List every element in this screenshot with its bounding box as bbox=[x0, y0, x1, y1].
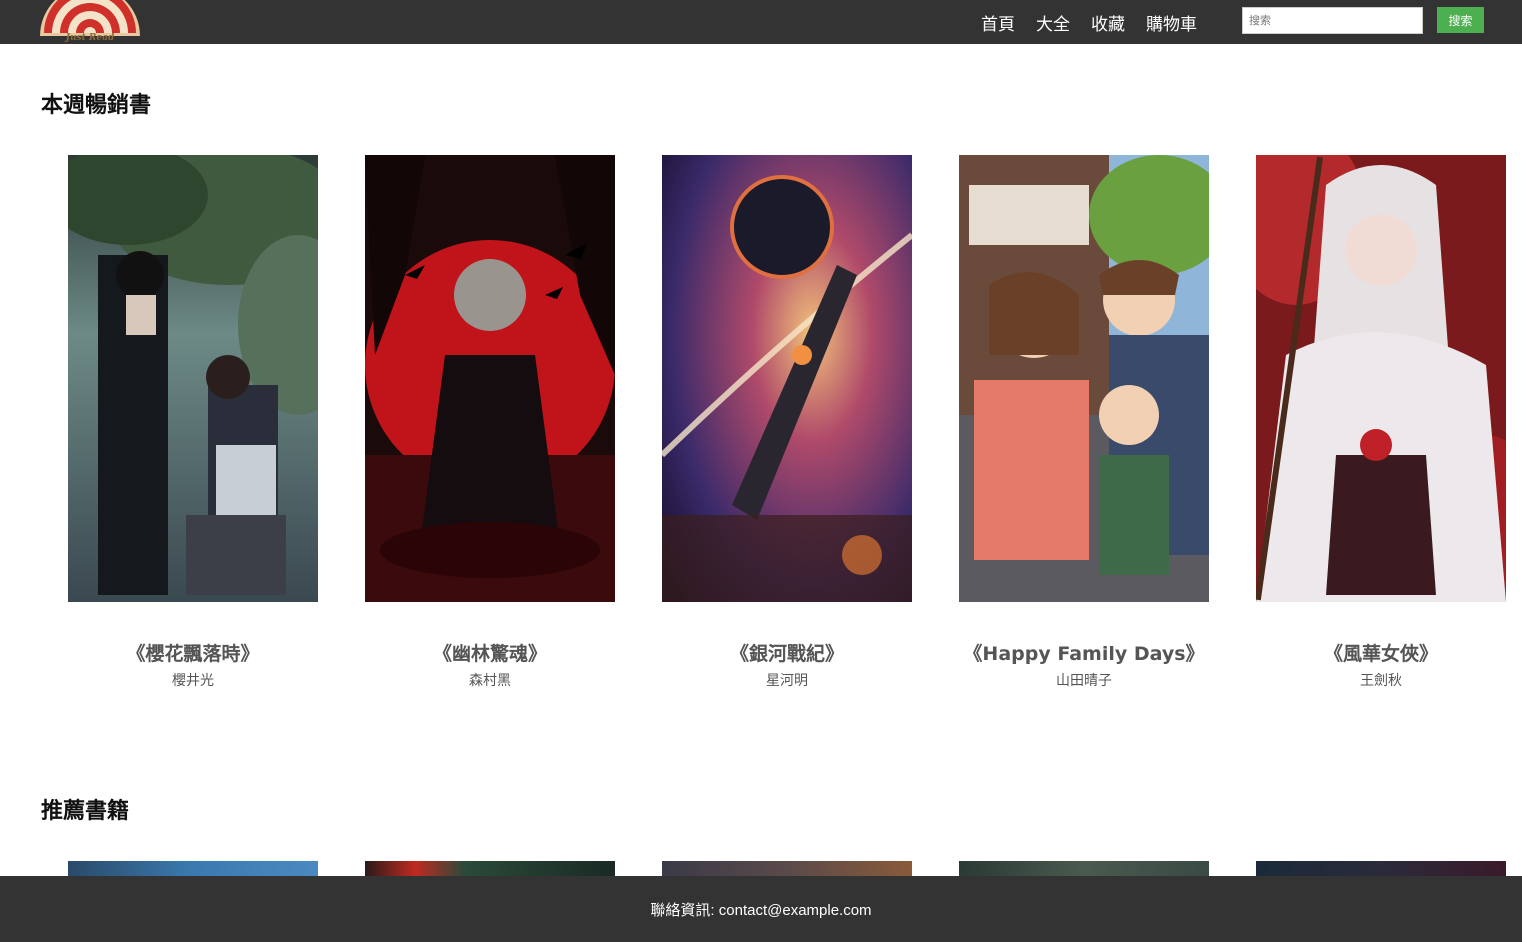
book-author-3: 星河明 bbox=[766, 673, 808, 689]
section-title-recommended: 推薦書籍 bbox=[41, 799, 130, 824]
book-cover-5[interactable] bbox=[1256, 155, 1506, 602]
book-author-5: 王劍秋 bbox=[1360, 673, 1402, 689]
book-title-4[interactable]: 《Happy Family Days》 bbox=[959, 639, 1209, 666]
page-footer: 聯絡資訊: contact@example.com bbox=[0, 876, 1522, 942]
section-title-bestsellers: 本週暢銷書 bbox=[41, 93, 152, 118]
book-cover-2[interactable] bbox=[365, 155, 615, 602]
nav-catalog[interactable]: 大全 bbox=[1036, 10, 1070, 35]
book-cover-1[interactable] bbox=[68, 155, 318, 602]
book-title-2[interactable]: 《幽林驚魂》 bbox=[365, 639, 615, 666]
main-nav: 首頁 大全 收藏 購物車 bbox=[981, 0, 1218, 44]
nav-favorites[interactable]: 收藏 bbox=[1091, 10, 1125, 35]
nav-home[interactable]: 首頁 bbox=[981, 10, 1015, 35]
logo-text: Just Read bbox=[64, 33, 115, 43]
book-author-4: 山田晴子 bbox=[1056, 673, 1112, 689]
site-logo[interactable]: Just Read bbox=[38, 0, 142, 44]
search-input[interactable] bbox=[1242, 7, 1423, 34]
footer-contact: 聯絡資訊: contact@example.com bbox=[650, 901, 872, 919]
search-button[interactable]: 搜索 bbox=[1437, 7, 1484, 33]
book-title-5[interactable]: 《風華女俠》 bbox=[1256, 639, 1506, 666]
book-title-1[interactable]: 《櫻花飄落時》 bbox=[68, 639, 318, 666]
book-title-3[interactable]: 《銀河戰紀》 bbox=[662, 639, 912, 666]
book-author-1: 櫻井光 bbox=[172, 673, 214, 689]
book-author-2: 森村黑 bbox=[469, 673, 511, 689]
nav-cart[interactable]: 購物車 bbox=[1146, 10, 1197, 35]
book-cover-4[interactable] bbox=[959, 155, 1209, 602]
book-cover-3[interactable] bbox=[662, 155, 912, 602]
top-navbar: Just Read 首頁 大全 收藏 購物車 搜索 bbox=[0, 0, 1522, 44]
